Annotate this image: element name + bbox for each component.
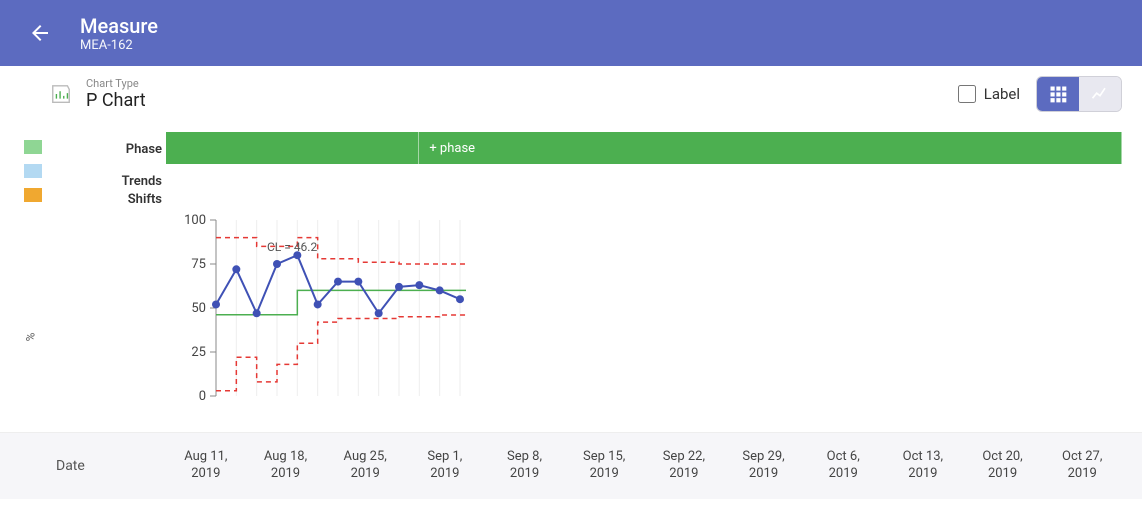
- date-row: Date Aug 11,2019Aug 18,2019Aug 25,2019Se…: [0, 432, 1142, 499]
- legend: [12, 120, 56, 432]
- date-cell: Oct 20,2019: [963, 449, 1043, 483]
- label-checkbox-text: Label: [984, 85, 1020, 103]
- date-cell: Aug 18,2019: [246, 449, 326, 483]
- date-cell: Oct 6,2019: [803, 449, 883, 483]
- phase-bar: + phase: [166, 132, 1122, 164]
- date-cell: Oct 13,2019: [883, 449, 963, 483]
- grid-view-button[interactable]: [1037, 77, 1079, 111]
- arrow-left-icon: [28, 21, 52, 45]
- chart-type-block[interactable]: Chart Type P Chart: [86, 77, 146, 111]
- legend-swatch-phase[interactable]: [24, 140, 42, 154]
- page-title: Measure: [80, 14, 158, 38]
- chart-type-label: Chart Type: [86, 77, 146, 90]
- chart-stage: + phase 100 75 50 25 0 CL = 46.2: [166, 132, 1122, 432]
- date-cell: Sep 15,2019: [564, 449, 644, 483]
- view-toggle: [1036, 76, 1122, 112]
- chart-type-icon: [50, 83, 72, 105]
- row-label-phase: Phase: [126, 142, 162, 157]
- date-cell: Sep 22,2019: [644, 449, 724, 483]
- svg-text:50: 50: [191, 301, 206, 316]
- back-button[interactable]: [20, 13, 60, 53]
- date-cell: Sep 29,2019: [724, 449, 804, 483]
- page-subtitle: MEA-162: [80, 38, 158, 53]
- legend-swatch-shifts[interactable]: [24, 188, 42, 202]
- phase-segment-1[interactable]: [166, 132, 419, 164]
- chart-type-value: P Chart: [86, 90, 146, 111]
- line-chart-icon: [1090, 84, 1110, 104]
- date-cell: Sep 8,2019: [485, 449, 565, 483]
- yaxis-label: %: [23, 333, 37, 342]
- date-cell: Oct 27,2019: [1042, 449, 1122, 483]
- date-row-label: Date: [56, 458, 166, 474]
- date-cells: Aug 11,2019Aug 18,2019Aug 25,2019Sep 1,2…: [166, 449, 1122, 483]
- date-cell: Sep 1,2019: [405, 449, 485, 483]
- svg-text:75: 75: [191, 257, 206, 272]
- svg-text:0: 0: [199, 389, 206, 404]
- chart-body: Phase Trends Shifts % + phase 100 75 50 25 0…: [0, 120, 1142, 432]
- date-cell: Aug 11,2019: [166, 449, 246, 483]
- legend-swatch-trends[interactable]: [24, 164, 42, 178]
- app-header: Measure MEA-162: [0, 0, 1142, 66]
- plot[interactable]: 100 75 50 25 0 CL = 46.2: [166, 214, 466, 414]
- label-checkbox-input[interactable]: [958, 85, 976, 103]
- header-titles: Measure MEA-162: [80, 14, 158, 53]
- svg-text:100: 100: [184, 214, 206, 228]
- chart-main: Phase Trends Shifts % + phase 1007550250…: [56, 120, 1122, 432]
- chart-view-button[interactable]: [1079, 77, 1121, 111]
- grid-icon: [1048, 84, 1068, 104]
- row-label-shifts: Shifts: [128, 192, 162, 207]
- label-checkbox[interactable]: Label: [958, 85, 1020, 103]
- svg-text:25: 25: [191, 345, 206, 360]
- date-cell: Aug 25,2019: [325, 449, 405, 483]
- phase-segment-add[interactable]: + phase: [419, 132, 1122, 164]
- svg-text:CL = 46.2: CL = 46.2: [267, 240, 317, 254]
- row-label-trends: Trends: [122, 174, 162, 189]
- toolbar: Chart Type P Chart Label: [0, 66, 1142, 120]
